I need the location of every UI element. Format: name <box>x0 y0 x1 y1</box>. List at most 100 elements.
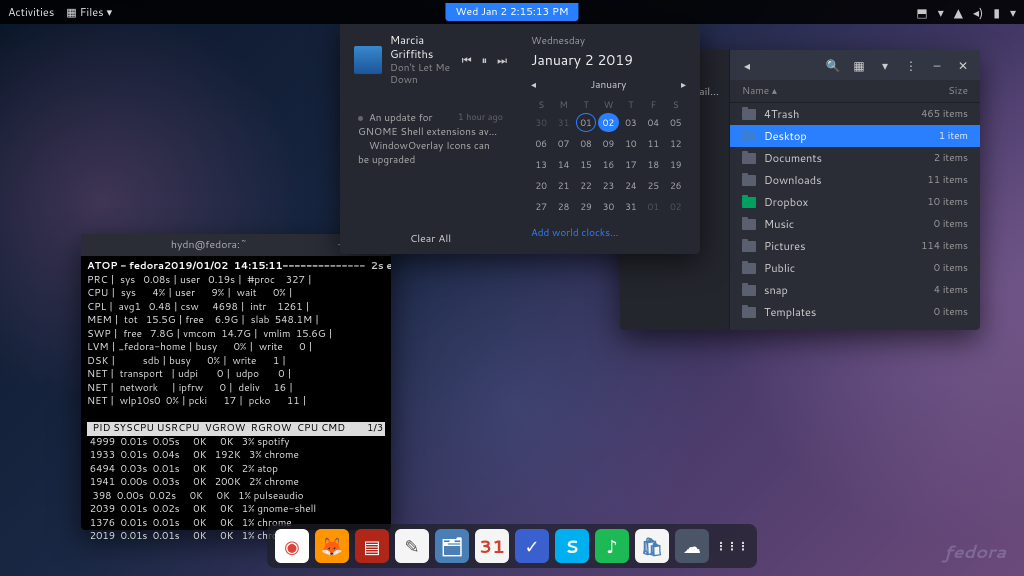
calendar-day[interactable]: 17 <box>621 155 641 174</box>
calendar-day[interactable]: 25 <box>643 176 663 195</box>
dock-app-todo[interactable]: ✓ <box>515 529 549 563</box>
calendar-day[interactable]: 13 <box>531 155 551 174</box>
folder-icon <box>742 219 756 230</box>
calendar-day[interactable]: 08 <box>576 134 596 153</box>
calendar-day[interactable]: 29 <box>576 197 596 216</box>
folder-icon <box>742 241 756 252</box>
calendar-day[interactable]: 24 <box>621 176 641 195</box>
terminal-title: hydn@fedora:~ <box>171 238 247 252</box>
view-grid-icon[interactable]: ▦ <box>850 56 868 74</box>
files-column-header[interactable]: Name ▴ Size <box>730 80 980 103</box>
calendar-grid[interactable]: SMTWTFS303101020304050607080910111213141… <box>531 98 686 216</box>
tray-indicator-icon[interactable]: ▾ <box>938 4 944 21</box>
album-art <box>354 46 382 74</box>
folder-icon <box>742 285 756 296</box>
media-next-icon[interactable]: ⏭ <box>497 52 507 68</box>
calendar-day[interactable]: 18 <box>643 155 663 174</box>
file-row[interactable]: Downloads11 items <box>730 169 980 191</box>
calendar-day[interactable]: 23 <box>598 176 618 195</box>
file-row[interactable]: Dropbox10 items <box>730 191 980 213</box>
file-row[interactable]: Desktop1 item <box>730 125 980 147</box>
wifi-icon[interactable]: ▲ <box>954 4 963 21</box>
calendar-day[interactable]: 04 <box>643 113 663 132</box>
calendar-day[interactable]: 05 <box>666 113 686 132</box>
calendar-day[interactable]: 02 <box>598 113 618 132</box>
search-icon[interactable]: 🔍 <box>824 56 842 74</box>
hamburger-menu-icon[interactable]: ⋮ <box>902 56 920 74</box>
calendar-day[interactable]: 19 <box>666 155 686 174</box>
app-menu-files[interactable]: ▦ Files ▾ <box>66 4 112 20</box>
calendar-day[interactable]: 02 <box>666 197 686 216</box>
calendar-day[interactable]: 11 <box>643 134 663 153</box>
dock-app-skype[interactable]: S <box>555 529 589 563</box>
dock-app-pdf[interactable]: ▤ <box>355 529 389 563</box>
calendar-day[interactable]: 10 <box>621 134 641 153</box>
files-back-icon[interactable]: ◂ <box>738 56 756 74</box>
file-row[interactable]: 4Trash465 items <box>730 103 980 125</box>
folder-icon <box>742 307 756 318</box>
calendar-day[interactable]: 30 <box>531 113 551 132</box>
file-row[interactable]: Templates0 items <box>730 301 980 323</box>
calendar-day[interactable]: 12 <box>666 134 686 153</box>
calendar-date: January 2 2019 <box>531 50 686 70</box>
terminal-window: hydn@fedora:~ – ▢ ✕ ATOP - fedora2019/01… <box>81 234 391 530</box>
dock-app-chrome[interactable]: ◉ <box>275 529 309 563</box>
dock-app-spotify[interactable]: ♪ <box>595 529 629 563</box>
file-row[interactable]: Public0 items <box>730 257 980 279</box>
clock-button[interactable]: Wed Jan 2 2:15:13 PM <box>445 3 578 21</box>
folder-icon <box>742 153 756 164</box>
calendar-day[interactable]: 09 <box>598 134 618 153</box>
calendar-day[interactable]: 26 <box>666 176 686 195</box>
files-list: 4Trash465 itemsDesktop1 itemDocuments2 i… <box>730 103 980 330</box>
calendar-day[interactable]: 21 <box>553 176 573 195</box>
dock-app-firefox[interactable]: 🦊 <box>315 529 349 563</box>
calendar-month-label: January <box>591 78 627 92</box>
calendar-day[interactable]: 28 <box>553 197 573 216</box>
calendar-day[interactable]: 14 <box>553 155 573 174</box>
media-prev-icon[interactable]: ⏮ <box>462 52 472 68</box>
calendar-day[interactable]: 07 <box>553 134 573 153</box>
dock-app-software[interactable]: 🛍 <box>635 529 669 563</box>
power-menu-icon[interactable]: ▾ <box>1010 4 1016 21</box>
top-panel: Activities ▦ Files ▾ Wed Jan 2 2:15:13 P… <box>0 0 1024 24</box>
calendar-day[interactable]: 01 <box>576 113 596 132</box>
file-row[interactable]: snap4 items <box>730 279 980 301</box>
view-options-icon[interactable]: ▾ <box>876 56 894 74</box>
calendar-day[interactable]: 03 <box>621 113 641 132</box>
window-close-icon[interactable]: ✕ <box>954 56 972 74</box>
notification-item[interactable]: 1 hour ago An update for GNOME Shell ext… <box>354 105 507 173</box>
file-row[interactable]: Music0 items <box>730 213 980 235</box>
clear-all-button[interactable]: Clear All <box>354 224 507 246</box>
activities-button[interactable]: Activities <box>8 4 54 20</box>
calendar-prev-icon[interactable]: ◂ <box>531 78 536 92</box>
dock-app-calendar[interactable]: 31 <box>475 529 509 563</box>
calendar-day[interactable]: 22 <box>576 176 596 195</box>
dock-app-files[interactable]: 🗂 <box>435 529 469 563</box>
calendar-day[interactable]: 16 <box>598 155 618 174</box>
file-row[interactable]: Pictures114 items <box>730 235 980 257</box>
calendar-day[interactable]: 31 <box>553 113 573 132</box>
folder-icon <box>742 263 756 274</box>
volume-icon[interactable]: ◂) <box>973 4 983 21</box>
add-world-clocks-link[interactable]: Add world clocks… <box>531 226 686 240</box>
calendar-day[interactable]: 01 <box>643 197 663 216</box>
calendar-day[interactable]: 06 <box>531 134 551 153</box>
window-minimize-icon[interactable]: – <box>928 56 946 74</box>
dock-app-text-editor[interactable]: ✎ <box>395 529 429 563</box>
calendar-day[interactable]: 31 <box>621 197 641 216</box>
calendar-day[interactable]: 20 <box>531 176 551 195</box>
terminal-output[interactable]: ATOP - fedora2019/01/02 14:15:11--------… <box>81 256 391 548</box>
dock-app-weather[interactable]: ☁ <box>675 529 709 563</box>
calendar-day[interactable]: 30 <box>598 197 618 216</box>
media-controls: Marcia Griffiths Don't Let Me Down ⏮ ⏸ ⏭ <box>354 34 507 87</box>
media-pause-icon[interactable]: ⏸ <box>482 52 488 68</box>
calendar-next-icon[interactable]: ▸ <box>681 78 686 92</box>
files-toolbar: ◂ 🔍 ▦ ▾ ⋮ – ✕ <box>730 50 980 80</box>
file-row[interactable]: Documents2 items <box>730 147 980 169</box>
battery-icon[interactable]: ▮ <box>993 4 1000 21</box>
dock: ◉🦊▤✎🗂31✓S♪🛍☁⋮⋮⋮ <box>267 524 757 568</box>
calendar-day[interactable]: 27 <box>531 197 551 216</box>
dock-app-apps[interactable]: ⋮⋮⋮ <box>715 529 749 563</box>
dropbox-indicator-icon[interactable]: ⬒ <box>916 4 927 21</box>
calendar-day[interactable]: 15 <box>576 155 596 174</box>
